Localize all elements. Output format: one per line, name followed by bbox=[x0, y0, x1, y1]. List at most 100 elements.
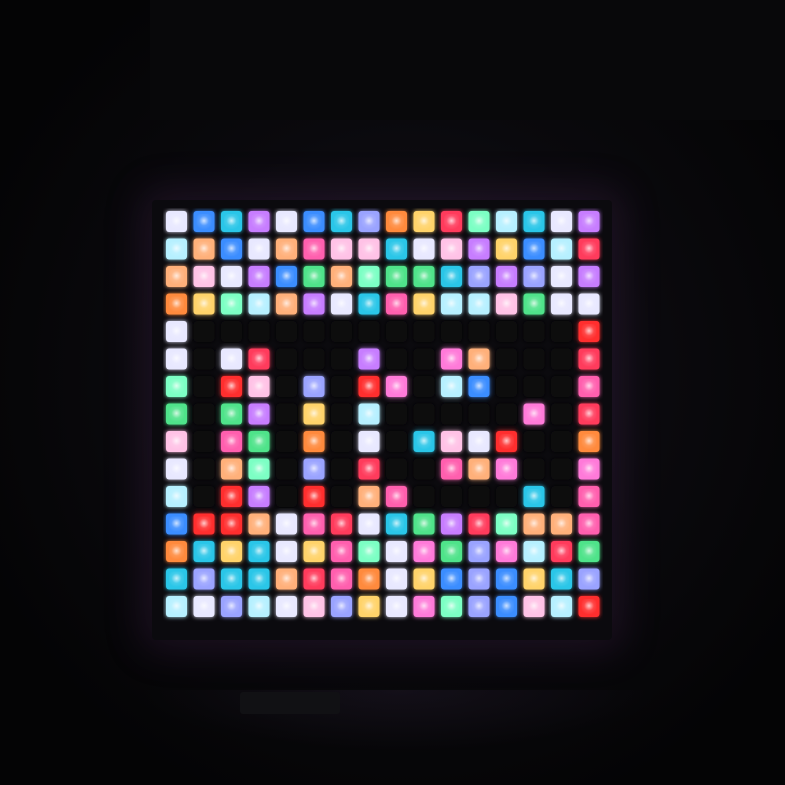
led-highlight bbox=[169, 544, 184, 559]
led-highlight bbox=[361, 214, 377, 229]
led-highlight bbox=[169, 489, 184, 504]
led-pixel-off bbox=[551, 431, 572, 452]
led-highlight bbox=[224, 214, 239, 229]
floor-glow bbox=[140, 690, 660, 750]
led-highlight bbox=[471, 214, 487, 229]
led-highlight bbox=[444, 269, 459, 284]
led-highlight bbox=[444, 296, 459, 312]
led-highlight bbox=[306, 434, 322, 449]
led-highlight bbox=[251, 406, 267, 422]
led-highlight bbox=[251, 434, 267, 449]
led-pixel-off bbox=[413, 458, 435, 480]
led-highlight bbox=[279, 516, 294, 532]
led-highlight bbox=[444, 351, 459, 367]
led-highlight bbox=[224, 434, 239, 449]
led-highlight bbox=[499, 214, 514, 229]
led-highlight bbox=[554, 544, 569, 559]
led-highlight bbox=[334, 241, 349, 257]
led-highlight bbox=[306, 241, 322, 257]
led-highlight bbox=[444, 599, 459, 614]
led-highlight bbox=[499, 516, 514, 532]
led-highlight bbox=[526, 214, 542, 229]
led-pixel-off bbox=[523, 431, 545, 452]
led-pixel-off bbox=[331, 403, 352, 425]
led-highlight bbox=[361, 269, 377, 284]
led-highlight bbox=[581, 324, 597, 339]
led-highlight bbox=[224, 296, 239, 312]
led-highlight bbox=[251, 571, 267, 587]
led-highlight bbox=[444, 461, 459, 477]
led-pixel-off bbox=[193, 403, 215, 425]
led-highlight bbox=[389, 296, 404, 312]
led-highlight bbox=[389, 379, 404, 394]
led-highlight bbox=[471, 461, 487, 477]
led-highlight bbox=[471, 599, 487, 614]
led-highlight bbox=[279, 296, 294, 312]
led-pixel-off bbox=[331, 376, 352, 397]
led-pixel-off bbox=[551, 376, 572, 397]
led-highlight bbox=[361, 516, 377, 532]
led-highlight bbox=[471, 434, 487, 449]
led-highlight bbox=[389, 516, 404, 532]
led-highlight bbox=[306, 214, 322, 229]
led-pixel-off bbox=[303, 348, 325, 370]
led-highlight bbox=[554, 599, 569, 614]
led-highlight bbox=[471, 269, 487, 284]
led-highlight bbox=[251, 351, 267, 367]
led-highlight bbox=[251, 269, 267, 284]
led-pixel-off bbox=[276, 403, 297, 425]
led-highlight bbox=[334, 516, 349, 532]
led-highlight bbox=[416, 516, 432, 532]
led-highlight bbox=[499, 296, 514, 312]
led-highlight bbox=[526, 269, 542, 284]
led-pixel-off bbox=[276, 458, 297, 480]
led-highlight bbox=[169, 434, 184, 449]
led-highlight bbox=[251, 296, 267, 312]
led-pixel-off bbox=[441, 486, 462, 507]
led-highlight bbox=[361, 461, 377, 477]
led-pixel-off bbox=[413, 376, 435, 397]
led-highlight bbox=[581, 516, 597, 532]
led-highlight bbox=[416, 269, 432, 284]
led-pixel-off bbox=[303, 321, 325, 342]
led-highlight bbox=[361, 379, 377, 394]
led-highlight bbox=[361, 241, 377, 257]
led-highlight bbox=[224, 241, 239, 257]
led-highlight bbox=[334, 544, 349, 559]
led-highlight bbox=[361, 571, 377, 587]
led-highlight bbox=[554, 269, 569, 284]
led-highlight bbox=[169, 379, 184, 394]
led-highlight bbox=[361, 296, 377, 312]
led-highlight bbox=[169, 269, 184, 284]
led-highlight bbox=[279, 571, 294, 587]
led-highlight bbox=[444, 379, 459, 394]
led-pixel-off bbox=[331, 431, 352, 452]
shelf bbox=[240, 692, 340, 714]
led-highlight bbox=[251, 241, 267, 257]
led-highlight bbox=[471, 544, 487, 559]
led-pixel-off bbox=[551, 486, 572, 507]
led-highlight bbox=[499, 241, 514, 257]
led-pixel-off bbox=[276, 431, 297, 452]
led-pixel-off bbox=[276, 376, 297, 397]
led-highlight bbox=[581, 269, 597, 284]
led-highlight bbox=[361, 351, 377, 367]
led-highlight bbox=[389, 241, 404, 257]
led-matrix-display bbox=[166, 211, 600, 617]
led-highlight bbox=[224, 516, 239, 532]
led-pixel-off bbox=[523, 348, 545, 370]
led-highlight bbox=[306, 599, 322, 614]
led-highlight bbox=[334, 269, 349, 284]
led-pixel-off bbox=[276, 486, 297, 507]
led-highlight bbox=[306, 406, 322, 422]
led-highlight bbox=[499, 571, 514, 587]
led-pixel-off bbox=[551, 403, 572, 425]
led-highlight bbox=[389, 571, 404, 587]
led-highlight bbox=[224, 379, 239, 394]
led-pixel-off bbox=[276, 321, 297, 342]
led-highlight bbox=[416, 214, 432, 229]
led-highlight bbox=[471, 516, 487, 532]
led-pixel-off bbox=[276, 348, 297, 370]
led-pixel-off bbox=[413, 486, 435, 507]
led-pixel-off bbox=[551, 348, 572, 370]
